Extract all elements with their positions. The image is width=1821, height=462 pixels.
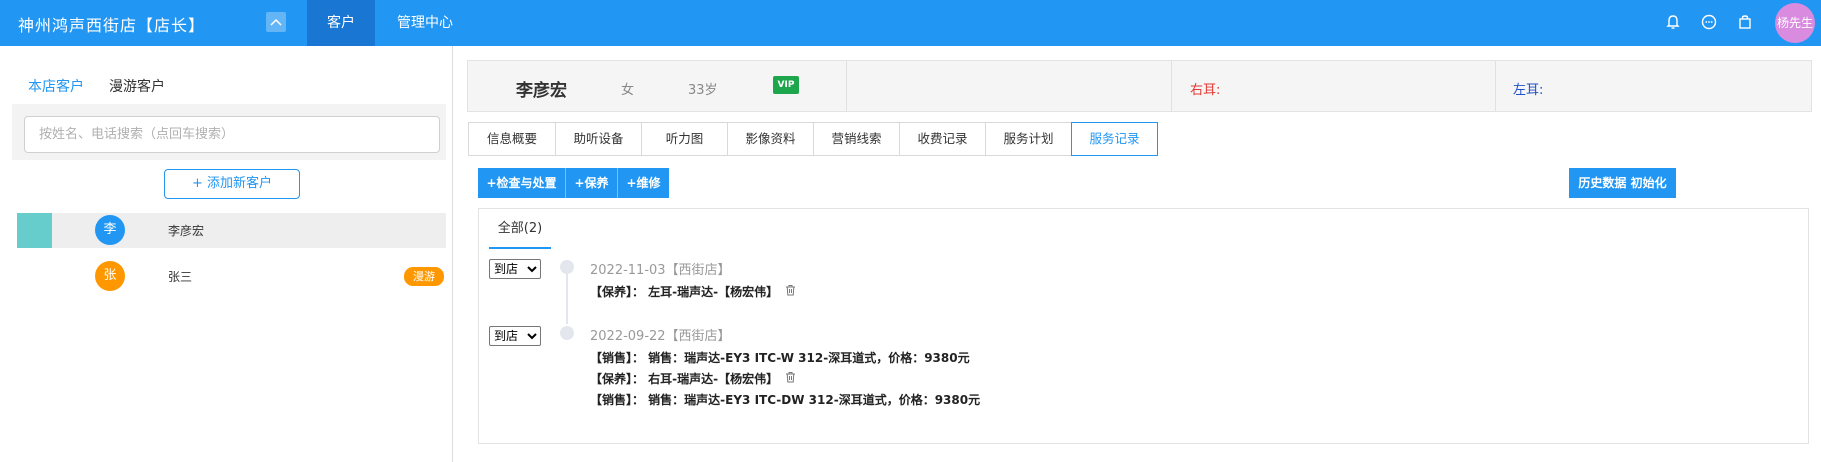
tab-roaming-customers[interactable]: 漫游客户 <box>109 76 165 104</box>
customer-gender: 女 <box>621 83 635 98</box>
divider <box>846 61 847 111</box>
customer-info-card: 李彦宏 女 33岁 VIP 右耳: 左耳: <box>467 60 1812 112</box>
repair-button[interactable]: +维修 <box>618 168 669 198</box>
selection-marker <box>17 213 52 248</box>
tab-service-plan[interactable]: 服务计划 <box>985 122 1071 156</box>
customer-name: 李彦宏 <box>168 224 205 238</box>
maintenance-button[interactable]: +保养 <box>566 168 617 198</box>
message-icon[interactable] <box>1700 13 1718 31</box>
divider <box>1495 61 1496 111</box>
search-area <box>12 104 446 160</box>
record-line: 【销售】： 销售：瑞声达-EY3 ITC-W 312-深耳道式，价格：9380元 <box>590 351 970 365</box>
nav-tab-customers[interactable]: 客户 <box>307 0 375 46</box>
tab-local-customers[interactable]: 本店客户 <box>28 76 84 106</box>
nav-tab-management[interactable]: 管理中心 <box>385 0 465 46</box>
shopping-bag-icon[interactable] <box>1736 13 1754 31</box>
tab-info-summary[interactable]: 信息概要 <box>468 122 555 156</box>
tab-service-records[interactable]: 服务记录 <box>1071 122 1158 156</box>
divider <box>1171 61 1172 111</box>
customer-search-input[interactable] <box>24 116 440 153</box>
tab-audiogram[interactable]: 听力图 <box>641 122 727 156</box>
bell-icon[interactable] <box>1664 13 1682 31</box>
visit-type-select[interactable]: 到店 <box>489 326 541 346</box>
store-title: 神州鸿声西街店【店长】 <box>18 16 206 35</box>
user-avatar[interactable]: 杨先生 <box>1775 3 1815 43</box>
panel-divider <box>452 46 453 462</box>
left-ear-label: 左耳: <box>1513 83 1544 98</box>
customer-list-item[interactable]: 李 李彦宏 <box>17 213 446 248</box>
record-line: 【保养】： 右耳-瑞声达-【杨宏伟】 <box>590 372 779 386</box>
right-ear-label: 右耳: <box>1190 83 1221 98</box>
timeline-line <box>566 274 568 324</box>
tab-images[interactable]: 影像资料 <box>727 122 813 156</box>
record-date: 2022-09-22【西街店】 <box>590 329 731 344</box>
tab-payment-records[interactable]: 收费记录 <box>899 122 985 156</box>
check-and-treat-button[interactable]: +检查与处置 <box>478 168 565 198</box>
customer-sidebar: 本店客户 漫游客户 + 添加新客户 李 李彦宏 张 张三 漫游 <box>12 60 446 460</box>
record-line: 【保养】： 左耳-瑞声达-【杨宏伟】 <box>590 285 779 299</box>
customer-age: 33岁 <box>688 83 718 98</box>
trash-icon[interactable] <box>785 284 796 296</box>
customer-name: 张三 <box>168 270 193 284</box>
avatar: 李 <box>95 215 125 245</box>
tab-marketing-leads[interactable]: 营销线索 <box>813 122 899 156</box>
avatar: 张 <box>95 261 125 291</box>
record-line: 【销售】： 销售：瑞声达-EY3 ITC-DW 312-深耳道式，价格：9380… <box>590 393 981 407</box>
record-date: 2022-11-03【西街店】 <box>590 263 731 278</box>
collapse-button[interactable] <box>266 12 286 32</box>
service-records-panel: 全部(2) 到店 2022-11-03【西街店】 【保养】： 左耳-瑞声达-【杨… <box>478 208 1809 444</box>
vip-badge: VIP <box>773 76 799 94</box>
chevron-up-icon <box>270 18 282 26</box>
detail-tabs: 信息概要 助听设备 听力图 影像资料 营销线索 收费记录 服务计划 服务记录 <box>468 122 1158 156</box>
init-history-button[interactable]: 历史数据 初始化 <box>1569 168 1676 198</box>
customer-list-item[interactable]: 张 张三 漫游 <box>17 259 446 294</box>
visit-type-select[interactable]: 到店 <box>489 259 541 279</box>
trash-icon[interactable] <box>785 371 796 383</box>
add-customer-button[interactable]: + 添加新客户 <box>164 169 300 199</box>
roaming-badge: 漫游 <box>404 267 444 286</box>
tab-all-records[interactable]: 全部(2) <box>489 209 551 249</box>
customer-name-heading: 李彦宏 <box>516 81 567 101</box>
tab-hearing-devices[interactable]: 助听设备 <box>555 122 641 156</box>
timeline-dot <box>560 260 574 274</box>
timeline-dot <box>560 326 574 340</box>
top-navbar: 神州鸿声西街店【店长】 客户 管理中心 杨先生 <box>0 0 1821 46</box>
